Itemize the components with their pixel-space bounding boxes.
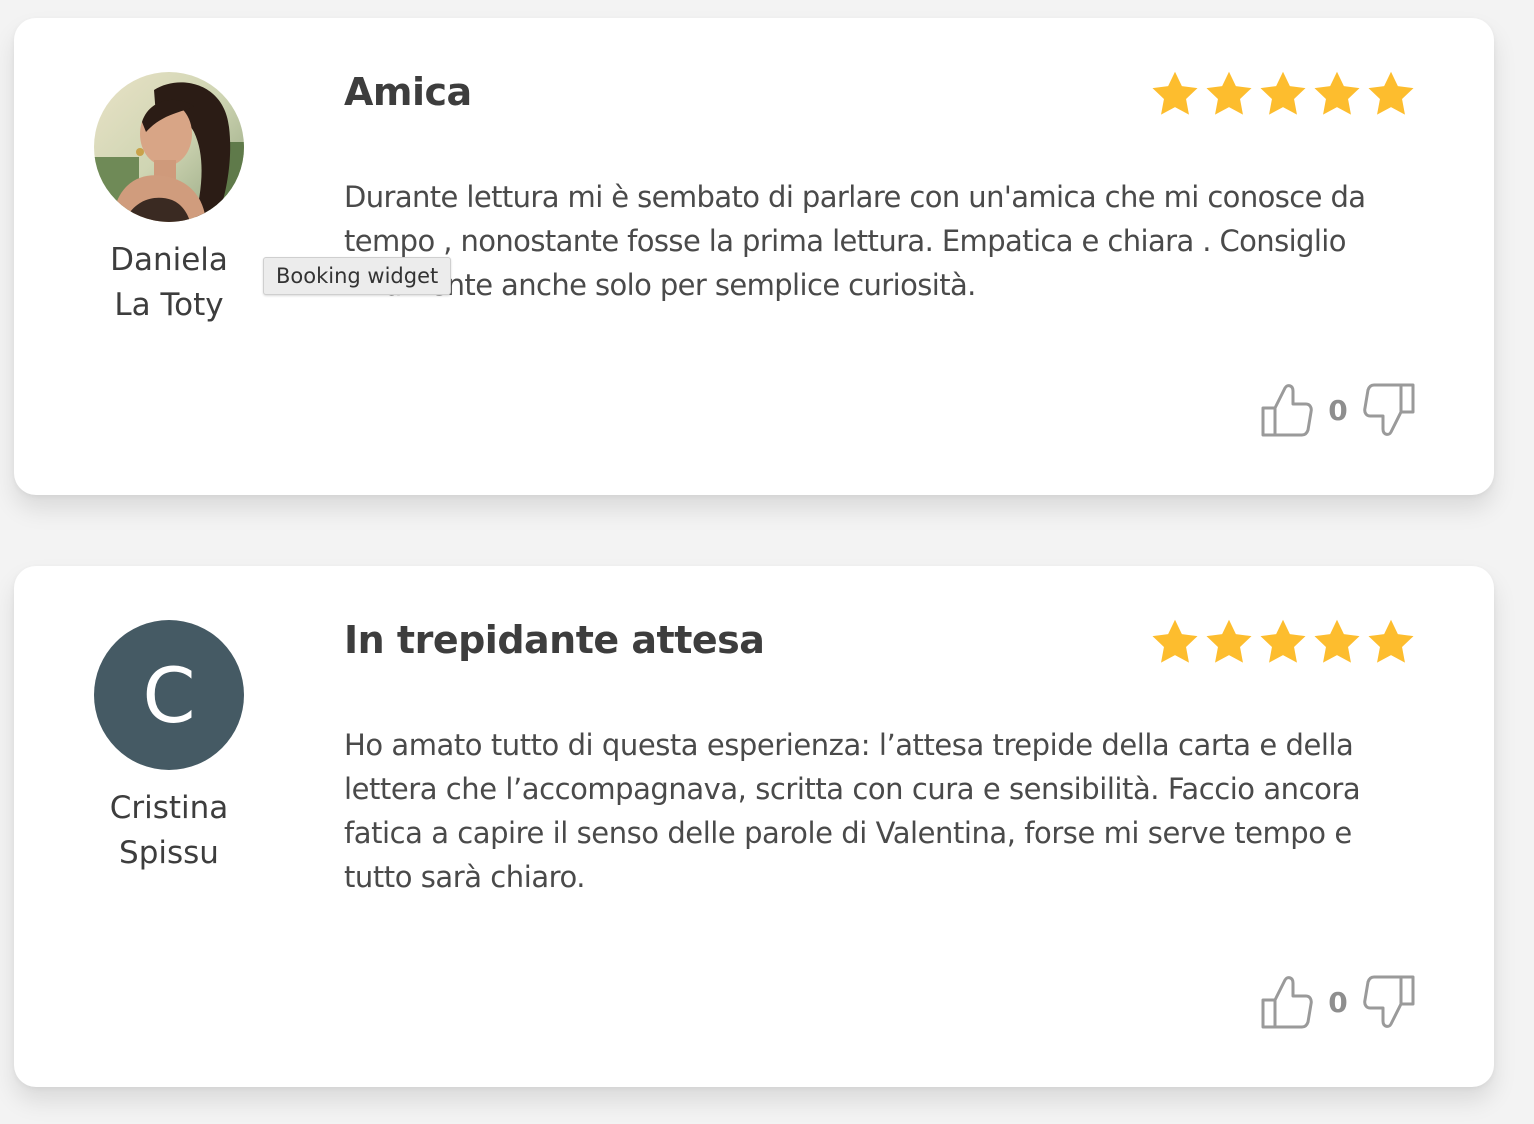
author-avatar: C	[94, 620, 244, 770]
review-text: Ho amato tutto di questa esperienza: l’a…	[344, 728, 1361, 894]
vote-count: 0	[1328, 393, 1348, 427]
star-icon	[1152, 71, 1198, 115]
review-text: Durante lettura mi è sembato di parlare …	[344, 180, 1366, 302]
reviews-page: Daniela La Toty Amica Durante lettura mi…	[0, 0, 1534, 1124]
thumbs-up-icon[interactable]	[1260, 382, 1314, 438]
star-rating	[1150, 70, 1416, 118]
review-title: In trepidante attesa	[344, 618, 765, 662]
author-name: Cristina Spissu	[74, 786, 264, 876]
star-icon	[1206, 619, 1252, 663]
thumbs-down-icon[interactable]	[1362, 382, 1416, 438]
star-icon	[1260, 619, 1306, 663]
review-card: Daniela La Toty Amica Durante lettura mi…	[14, 18, 1494, 495]
avatar-initial: C	[142, 650, 196, 740]
star-icon	[1368, 619, 1414, 663]
author-last-name: La Toty	[114, 287, 224, 323]
review-card: C Cristina Spissu In trepidante attesa H…	[14, 566, 1494, 1087]
star-rating	[1150, 618, 1416, 666]
star-icon	[1314, 71, 1360, 115]
author-first-name: Cristina	[109, 790, 229, 826]
tooltip: Booking widget	[263, 257, 452, 295]
vote-count: 0	[1328, 985, 1348, 1019]
star-icon	[1314, 619, 1360, 663]
author-avatar	[94, 72, 244, 222]
star-icon	[1260, 71, 1306, 115]
author-name: Daniela La Toty	[74, 238, 264, 328]
author-first-name: Daniela	[110, 242, 228, 278]
author-last-name: Spissu	[119, 835, 219, 871]
star-icon	[1206, 71, 1252, 115]
vote-controls: 0	[1260, 974, 1416, 1030]
thumbs-up-icon[interactable]	[1260, 974, 1314, 1030]
star-icon	[1152, 619, 1198, 663]
star-icon	[1368, 71, 1414, 115]
review-title: Amica	[344, 70, 472, 114]
thumbs-down-icon[interactable]	[1362, 974, 1416, 1030]
vote-controls: 0	[1260, 382, 1416, 438]
